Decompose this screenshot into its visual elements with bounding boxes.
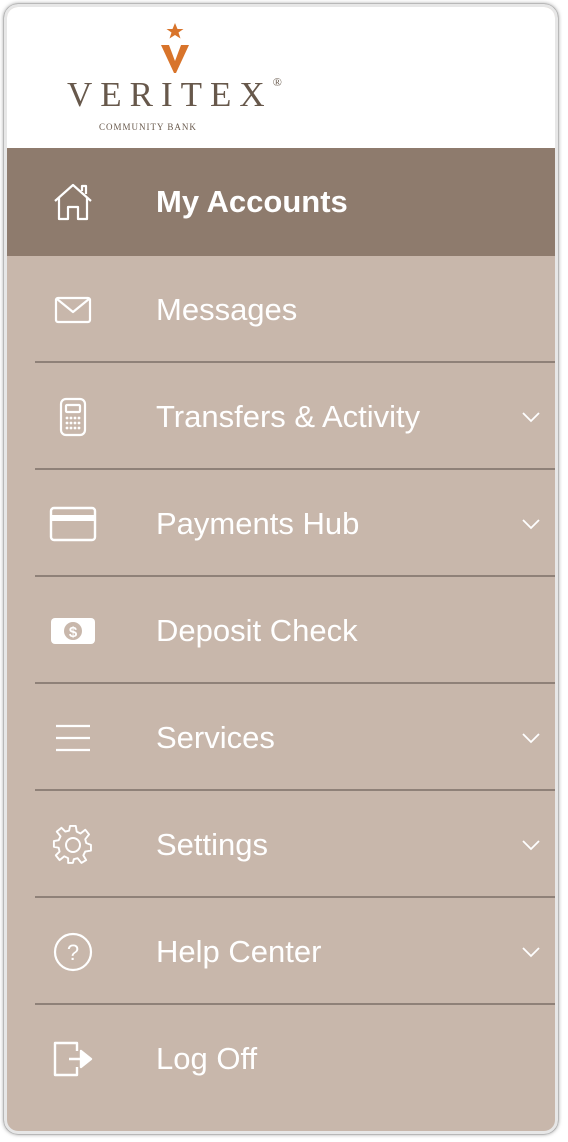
menu-item-label: Messages — [156, 291, 298, 327]
chevron-down-icon[interactable] — [519, 833, 543, 857]
menu-item-transfers-activity[interactable]: Transfers & Activity — [7, 363, 555, 470]
help-icon: ? — [48, 927, 98, 977]
menu-item-my-accounts[interactable]: My Accounts — [7, 148, 555, 256]
drawer-header: VERITEX® COMMUNITY BANK — [7, 7, 555, 148]
menu-item-label: Help Center — [156, 933, 322, 969]
brand-wordmark: VERITEX® — [67, 75, 282, 114]
svg-text:?: ? — [67, 940, 79, 965]
credit-card-icon — [48, 499, 98, 549]
navigation-drawer: VERITEX® COMMUNITY BANK My Accounts Mess… — [4, 4, 558, 1134]
menu-item-label: Services — [156, 719, 275, 755]
menu-item-label: Log Off — [156, 1040, 258, 1076]
menu-item-services[interactable]: Services — [7, 684, 555, 791]
menu-item-messages[interactable]: Messages — [7, 256, 555, 363]
hamburger-icon — [48, 713, 98, 763]
cash-icon: $ — [48, 606, 98, 656]
chevron-down-icon[interactable] — [519, 726, 543, 750]
menu-item-label: Deposit Check — [156, 612, 358, 648]
menu-item-settings[interactable]: Settings — [7, 791, 555, 898]
menu-item-label: Transfers & Activity — [156, 398, 421, 434]
menu-item-help-center[interactable]: ? Help Center — [7, 898, 555, 1005]
chevron-down-icon[interactable] — [519, 940, 543, 964]
gear-icon — [48, 820, 98, 870]
veritex-logo[interactable]: VERITEX® COMMUNITY BANK — [67, 21, 287, 141]
home-icon — [48, 177, 98, 227]
side-menu: My Accounts Messages Transfers & Activit… — [7, 148, 555, 1112]
menu-item-deposit-check[interactable]: $ Deposit Check — [7, 577, 555, 684]
chevron-down-icon[interactable] — [519, 405, 543, 429]
logo-star-icon — [143, 21, 207, 77]
menu-item-label: My Accounts — [156, 184, 348, 219]
brand-tagline: COMMUNITY BANK — [99, 122, 197, 132]
chevron-down-icon[interactable] — [519, 512, 543, 536]
logout-icon — [48, 1034, 98, 1084]
menu-item-log-off[interactable]: Log Off — [7, 1005, 555, 1112]
envelope-icon — [48, 285, 98, 335]
menu-item-label: Payments Hub — [156, 505, 360, 541]
svg-text:$: $ — [69, 624, 78, 641]
menu-item-payments-hub[interactable]: Payments Hub — [7, 470, 555, 577]
calculator-icon — [48, 392, 98, 442]
menu-item-label: Settings — [156, 826, 269, 862]
